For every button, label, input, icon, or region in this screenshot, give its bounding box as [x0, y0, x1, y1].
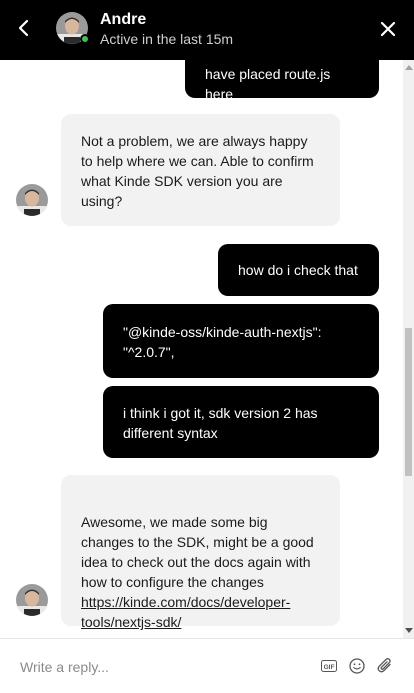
- message-bubble-user: have placed route.js here: [185, 60, 379, 102]
- scrollbar[interactable]: [403, 60, 414, 638]
- message-list: have placed route.js here Not a problem,…: [0, 60, 414, 638]
- agent-avatar-wrap: [56, 12, 90, 44]
- reply-input[interactable]: [20, 655, 310, 679]
- agent-status: Active in the last 15m: [100, 31, 234, 47]
- docs-link[interactable]: https://kinde.com/docs/developer-tools/n…: [81, 592, 320, 632]
- message-bubble-agent: Awesome, we made some big changes to the…: [61, 475, 340, 630]
- scroll-thumb[interactable]: [405, 328, 412, 476]
- close-icon[interactable]: [376, 17, 400, 41]
- paperclip-icon[interactable]: [376, 657, 393, 674]
- agent-message-avatar: [16, 584, 48, 616]
- gif-icon[interactable]: GIF: [321, 660, 337, 672]
- scroll-down-arrow-icon[interactable]: [405, 628, 413, 633]
- chat-header: Andre Active in the last 15m: [0, 0, 414, 60]
- message-bubble-user: how do i check that: [218, 244, 379, 296]
- scroll-up-arrow-icon[interactable]: [405, 65, 413, 70]
- online-status-dot: [80, 34, 90, 44]
- message-text: Awesome, we made some big changes to the…: [81, 514, 314, 590]
- reply-composer: GIF: [0, 638, 414, 693]
- message-bubble-agent: Not a problem, we are always happy to he…: [61, 114, 340, 226]
- emoji-icon[interactable]: [349, 658, 365, 674]
- message-bubble-user: "@kinde-oss/kinde-auth-nextjs": "^2.0.7"…: [103, 304, 379, 378]
- svg-text:GIF: GIF: [324, 664, 335, 671]
- agent-name: Andre: [100, 11, 147, 28]
- agent-message-avatar: [16, 184, 48, 216]
- message-bubble-user: i think i got it, sdk version 2 has diff…: [103, 386, 379, 458]
- chevron-left-icon[interactable]: [12, 16, 36, 40]
